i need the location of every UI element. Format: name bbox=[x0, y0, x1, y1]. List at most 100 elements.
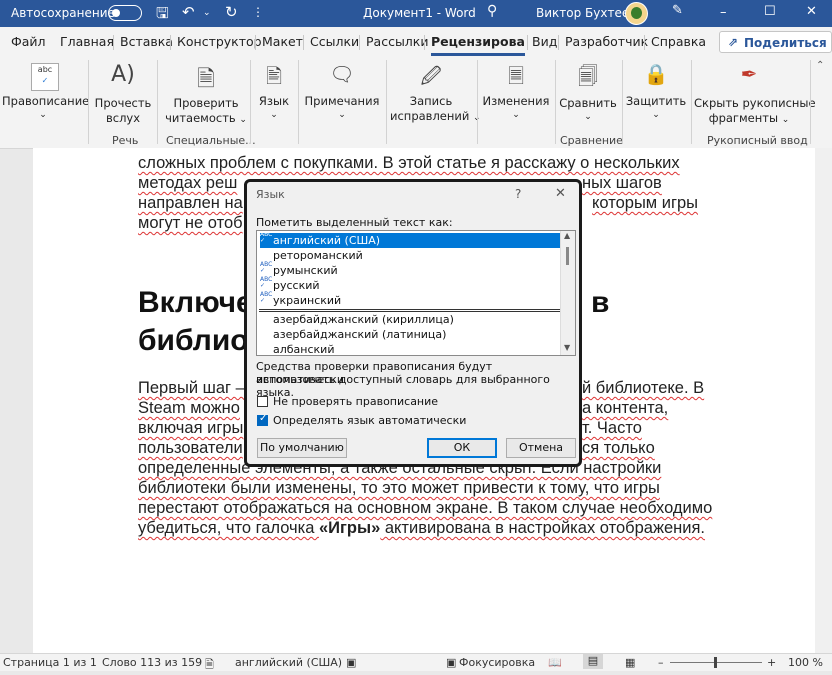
macro-icon[interactable]: ▣ bbox=[346, 656, 356, 669]
chevron-down-icon: ⌄ bbox=[239, 115, 247, 125]
tab-mailings[interactable]: Рассылки bbox=[366, 34, 428, 49]
protect-button[interactable]: 🔒 Защитить ⌄ bbox=[625, 56, 687, 130]
help-icon[interactable]: ? bbox=[515, 187, 521, 201]
autosave-toggle[interactable] bbox=[108, 5, 142, 21]
pen-icon[interactable]: ✎ bbox=[672, 3, 683, 18]
auto-detect-label[interactable]: Определять язык автоматически bbox=[273, 414, 466, 427]
track-changes-button[interactable]: 🖉 Запись исправлений ⌄ bbox=[390, 56, 481, 130]
maximize-icon[interactable]: ☐ bbox=[764, 4, 776, 19]
tab-layout[interactable]: Макет bbox=[262, 34, 303, 49]
spellcheck-icon: ABC ✓ bbox=[260, 261, 273, 274]
doc-line: убедиться, что галочка «Игры» активирова… bbox=[138, 519, 706, 537]
dialog-title: Язык bbox=[256, 188, 285, 201]
web-layout-icon[interactable]: ▦ bbox=[625, 656, 635, 669]
doc-line: т. Часто bbox=[582, 419, 642, 437]
tab-file[interactable]: Файл bbox=[11, 34, 46, 49]
spellcheck-icon: ABC ✓ bbox=[260, 276, 273, 289]
language-icon: 🖹 bbox=[265, 64, 283, 88]
read-aloud-button[interactable]: A) Прочесть вслух bbox=[92, 56, 154, 130]
undo-icon[interactable]: ↶ bbox=[182, 3, 195, 21]
group-special-label: Специальные... bbox=[166, 134, 256, 147]
language-item[interactable]: ABC ✓ русский bbox=[260, 276, 560, 293]
scroll-up-icon[interactable]: ▲ bbox=[564, 231, 570, 240]
minimize-icon[interactable]: – bbox=[720, 5, 727, 20]
tab-review[interactable]: Рецензирован bbox=[431, 34, 525, 49]
redo-icon[interactable]: ↻ bbox=[225, 3, 238, 21]
list-scrollbar[interactable]: ▲ ▼ bbox=[560, 231, 575, 355]
doc-line: Steam можно bbox=[138, 399, 240, 417]
group-speech-label: Речь bbox=[112, 134, 139, 147]
word-count[interactable]: Слово 113 из 159 bbox=[102, 656, 202, 669]
scroll-down-icon[interactable]: ▼ bbox=[564, 343, 570, 352]
doc-line: ся только bbox=[582, 439, 655, 457]
cancel-button[interactable]: Отмена bbox=[506, 438, 576, 458]
language-item[interactable]: азербайджанский (кириллица) bbox=[260, 312, 560, 327]
save-icon[interactable]: 🖫 bbox=[156, 3, 169, 28]
language-item[interactable]: ABC ✓ румынский bbox=[260, 261, 560, 278]
language-button[interactable]: 🖹 Язык ⌄ bbox=[254, 56, 294, 130]
tab-references[interactable]: Ссылки bbox=[310, 34, 359, 49]
zoom-in-icon[interactable]: + bbox=[767, 656, 776, 669]
proofing-icon[interactable]: 🗎 bbox=[205, 656, 214, 675]
zoom-slider-thumb[interactable] bbox=[714, 657, 717, 668]
ok-button[interactable]: ОК bbox=[427, 438, 497, 458]
language-item[interactable]: албанский bbox=[260, 342, 560, 357]
share-button[interactable]: ⇗ Поделиться bbox=[719, 31, 832, 53]
chevron-down-icon: ⌄ bbox=[781, 115, 790, 125]
mark-text-label: Пометить выделенный текст как: bbox=[256, 216, 453, 229]
spelling-button[interactable]: abc ✓ Правописание ⌄ bbox=[2, 56, 89, 130]
list-separator bbox=[259, 309, 561, 312]
tab-developer[interactable]: Разработчик bbox=[565, 34, 648, 49]
no-check-checkbox[interactable] bbox=[257, 396, 268, 407]
focus-icon[interactable]: ▣ bbox=[446, 656, 456, 669]
language-list[interactable]: ABC ✓ английский (США) ретороманский ABC ✓ рум… bbox=[256, 230, 576, 356]
auto-detect-checkbox[interactable]: ✓ bbox=[257, 413, 268, 426]
accessibility-icon: 🗎 bbox=[197, 67, 215, 92]
page-count[interactable]: Страница 1 из 1 bbox=[3, 656, 97, 669]
lock-icon: 🔒 bbox=[643, 62, 669, 86]
changes-button[interactable]: 🗏 Изменения ⌄ bbox=[481, 56, 551, 130]
read-aloud-icon: A) bbox=[111, 62, 135, 87]
collapse-ribbon-icon[interactable]: ⌃ bbox=[816, 60, 824, 71]
comments-button[interactable]: 🗨 Примечания ⌄ bbox=[302, 56, 382, 130]
group-compare-label: Сравнение bbox=[560, 134, 623, 147]
zoom-level[interactable]: 100 % bbox=[788, 656, 823, 669]
doc-line: включая игры bbox=[138, 419, 244, 437]
language-item[interactable]: азербайджанский (латиница) bbox=[260, 327, 560, 342]
tab-insert[interactable]: Вставка bbox=[120, 34, 173, 49]
focus-mode[interactable]: Фокусировка bbox=[459, 656, 535, 669]
customize-toolbar-icon[interactable]: ⋮ bbox=[252, 5, 264, 19]
vertical-scrollbar[interactable] bbox=[815, 148, 832, 653]
spellcheck-icon: ABC ✓ bbox=[260, 291, 273, 304]
doc-line: Первый шаг – bbox=[138, 379, 245, 397]
no-check-label[interactable]: Не проверять правописание bbox=[273, 395, 438, 408]
tab-help[interactable]: Справка bbox=[651, 34, 706, 49]
search-icon[interactable]: ⚲ bbox=[487, 3, 497, 19]
undo-dropdown-icon[interactable]: ⌄ bbox=[203, 8, 211, 18]
scroll-thumb[interactable] bbox=[566, 247, 569, 265]
group-ink-label: Рукописный ввод bbox=[707, 134, 808, 147]
close-icon[interactable]: ✕ bbox=[806, 4, 817, 19]
doc-heading: библио bbox=[138, 324, 249, 357]
language-item[interactable]: ABC ✓ украинский bbox=[260, 291, 560, 308]
read-mode-icon[interactable]: 📖 bbox=[548, 656, 562, 669]
check-accessibility-button[interactable]: 🗎 Проверить читаемость ⌄ bbox=[163, 56, 249, 130]
zoom-slider[interactable] bbox=[670, 657, 762, 668]
ink-icon: ✒ bbox=[740, 62, 758, 86]
language-item[interactable]: ретороманский bbox=[260, 248, 560, 263]
tab-view[interactable]: Вид bbox=[532, 34, 557, 49]
language-item[interactable]: ABC ✓ английский (США) bbox=[260, 232, 560, 248]
zoom-out-icon[interactable]: – bbox=[658, 656, 664, 669]
tab-design[interactable]: Конструктор bbox=[177, 34, 262, 49]
avatar[interactable] bbox=[625, 2, 648, 25]
tab-home[interactable]: Главная bbox=[60, 34, 114, 49]
doc-line: й библиотеке. В bbox=[582, 379, 705, 397]
default-button[interactable]: По умолчанию bbox=[257, 438, 347, 458]
print-layout-icon[interactable]: ▤ bbox=[583, 654, 603, 669]
hide-ink-button[interactable]: ✒ Скрыть рукописные фрагменты ⌄ bbox=[694, 56, 816, 130]
document-title: Документ1 - Word bbox=[363, 6, 476, 20]
user-name[interactable]: Виктор Бухтеев bbox=[536, 6, 636, 20]
dialog-close-icon[interactable]: ✕ bbox=[555, 186, 566, 201]
language-status[interactable]: английский (США) bbox=[235, 656, 342, 669]
compare-button[interactable]: 🗐 Сравнить ⌄ bbox=[558, 56, 618, 130]
